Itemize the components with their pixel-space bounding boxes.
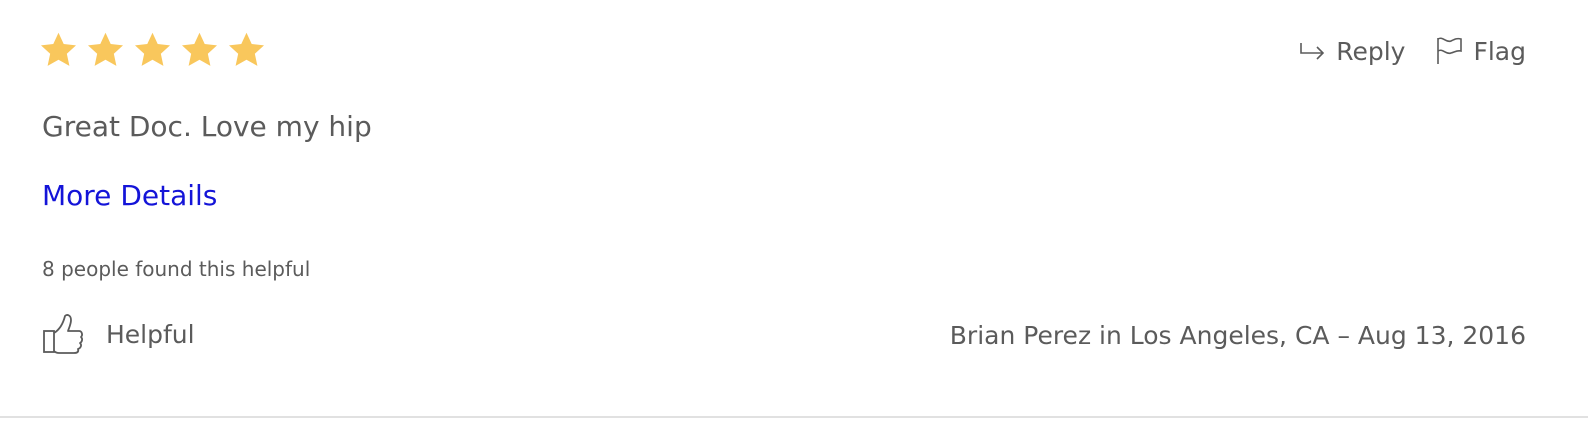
star-icon <box>228 32 265 66</box>
helpful-count: 8 people found this helpful <box>42 257 311 281</box>
star-rating <box>38 30 267 71</box>
helpful-button[interactable]: Helpful <box>42 313 195 355</box>
flag-label: Flag <box>1473 36 1526 66</box>
review-byline: Brian Perez in Los Angeles, CA – Aug 13,… <box>949 321 1526 350</box>
flag-button[interactable]: Flag <box>1435 36 1526 66</box>
divider <box>0 416 1588 418</box>
star-icon <box>87 32 124 66</box>
helpful-label: Helpful <box>106 319 195 349</box>
star-icon <box>181 32 218 66</box>
reply-label: Reply <box>1336 36 1406 66</box>
more-details-link[interactable]: More Details <box>42 179 217 212</box>
flag-icon <box>1437 37 1463 64</box>
review-actions: Reply Flag <box>1298 36 1526 66</box>
reply-arrow-icon <box>1300 43 1325 60</box>
thumbs-up-icon <box>43 314 83 354</box>
star-icon <box>40 32 77 66</box>
review-card: Reply Flag Great Doc. Love my hip More D… <box>0 0 1588 428</box>
review-text: Great Doc. Love my hip <box>42 110 372 143</box>
star-icon <box>134 32 171 66</box>
reply-button[interactable]: Reply <box>1298 37 1405 66</box>
